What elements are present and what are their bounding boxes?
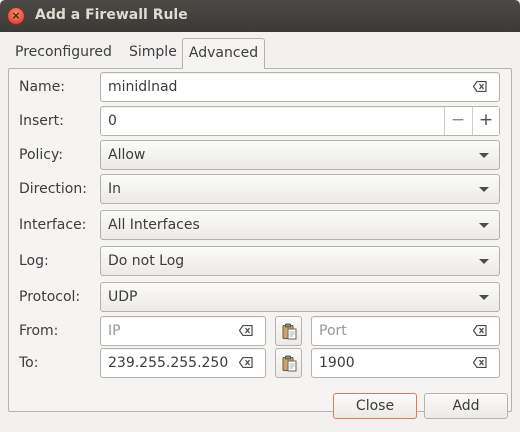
chevron-down-icon [479, 223, 489, 228]
from-ip-placeholder: IP [108, 323, 121, 339]
from-paste-button[interactable] [275, 316, 302, 346]
policy-value: Allow [108, 147, 146, 163]
insert-spinbutton[interactable]: 0 − + [100, 106, 500, 136]
protocol-label: Protocol: [19, 289, 81, 305]
close-button[interactable]: Close [333, 393, 417, 419]
chevron-down-icon [479, 259, 489, 264]
to-port-field[interactable]: 1900 [311, 348, 500, 378]
insert-value: 0 [108, 113, 117, 129]
direction-value: In [108, 181, 122, 197]
name-label: Name: [19, 79, 66, 95]
protocol-dropdown[interactable]: UDP [100, 282, 500, 312]
tab-advanced[interactable]: Advanced [182, 38, 265, 69]
clear-text-icon[interactable] [473, 357, 487, 368]
log-dropdown[interactable]: Do not Log [100, 246, 500, 276]
policy-label: Policy: [19, 147, 63, 163]
to-port-value: 1900 [319, 355, 355, 371]
chevron-down-icon [479, 187, 489, 192]
to-ip-field[interactable]: 239.255.255.250 [100, 348, 266, 378]
tab-simple[interactable]: Simple [124, 38, 180, 68]
window-title: Add a Firewall Rule [35, 7, 188, 23]
from-label: From: [19, 323, 59, 339]
direction-dropdown[interactable]: In [100, 174, 500, 204]
paste-icon [282, 355, 297, 372]
clear-text-icon[interactable] [473, 325, 487, 336]
tab-preconfigured[interactable]: Preconfigured [10, 38, 116, 68]
chevron-down-icon [479, 295, 489, 300]
clear-text-icon[interactable] [473, 81, 487, 92]
clear-text-icon[interactable] [239, 325, 253, 336]
clear-text-icon[interactable] [239, 357, 253, 368]
name-field[interactable]: minidlnad [100, 72, 500, 102]
log-label: Log: [19, 253, 49, 269]
interface-dropdown[interactable]: All Interfaces [100, 210, 500, 240]
insert-label: Insert: [19, 113, 64, 129]
increment-button[interactable]: + [472, 107, 499, 135]
add-button[interactable]: Add [424, 393, 508, 419]
to-ip-value: 239.255.255.250 [108, 355, 229, 371]
interface-value: All Interfaces [108, 217, 200, 233]
paste-icon [282, 323, 297, 340]
window-close-button[interactable]: × [7, 7, 25, 25]
close-icon: × [11, 9, 21, 22]
interface-label: Interface: [19, 217, 87, 233]
log-value: Do not Log [108, 253, 185, 269]
to-label: To: [19, 355, 39, 371]
decrement-button[interactable]: − [444, 107, 471, 135]
from-ip-field[interactable]: IP [100, 316, 266, 346]
dialog-body: Preconfigured Simple Advanced Name: mini… [0, 32, 520, 432]
policy-dropdown[interactable]: Allow [100, 140, 500, 170]
from-port-field[interactable]: Port [311, 316, 500, 346]
name-value: minidlnad [108, 79, 178, 95]
from-port-placeholder: Port [319, 323, 347, 339]
direction-label: Direction: [19, 181, 87, 197]
window-titlebar: × Add a Firewall Rule [0, 0, 520, 32]
protocol-value: UDP [108, 289, 138, 305]
to-paste-button[interactable] [275, 348, 302, 378]
chevron-down-icon [479, 153, 489, 158]
